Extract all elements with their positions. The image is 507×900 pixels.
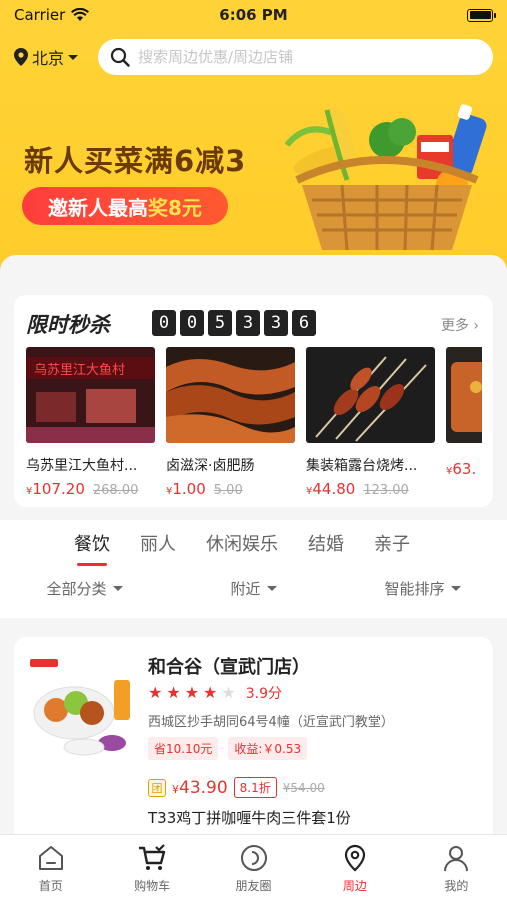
invite-pill[interactable]: 邀新人最高 奖8元 [22, 187, 228, 225]
tab-profile[interactable]: 我的 [406, 835, 507, 900]
shop-rating: ★ ★ ★ ★ ★ 3.9分 [148, 683, 282, 703]
flash-item[interactable]: ¥63. [446, 347, 482, 497]
shop-address: 西城区抄手胡同64号4幢（近宣武门教堂） [148, 715, 394, 730]
deal-row[interactable]: 团 ¥43.90 8.1折 ¥54.00 [148, 777, 325, 798]
discount-badge: 8.1折 [233, 777, 277, 798]
countdown-digit: 6 [292, 310, 316, 336]
invite-text: 邀新人最高 [48, 195, 148, 220]
flash-item[interactable]: 乌苏里江大鱼村 乌苏里江大鱼村... ¥107.20 268.00 [26, 347, 155, 497]
star-icon: ★ [203, 683, 218, 702]
content-area: 限时秒杀 0 0 5 3 3 6 更多 › 乌苏里江大鱼村 乌苏里江大鱼村... [0, 255, 507, 847]
category-tabs: 餐饮 丽人 休闲娱乐 结婚 亲子 [74, 530, 410, 566]
caret-down-icon [450, 586, 461, 591]
shop-photo [26, 655, 136, 765]
caret-down-icon [112, 586, 123, 591]
flash-item[interactable]: 集装箱露台烧烤... ¥44.80 123.00 [306, 347, 435, 497]
flash-item[interactable]: 卤滋深·卤肥肠 ¥1.00 5.00 [166, 347, 295, 497]
shop-card[interactable]: 和合谷（宣武门店） ★ ★ ★ ★ ★ 3.9分 西城区抄手胡同64号4幢（近宣… [14, 637, 493, 847]
chevron-down-icon [68, 54, 79, 60]
status-time: 6:06 PM [219, 6, 288, 24]
flash-item-price: ¥1.00 [166, 480, 206, 497]
countdown-digit: 3 [236, 310, 260, 336]
star-icon: ★ [166, 683, 181, 702]
more-link[interactable]: 更多 › [441, 315, 479, 335]
promo-banner[interactable]: 新人买菜满6减3 邀新人最高 奖8元 [0, 90, 507, 260]
star-icon: ★ [184, 683, 200, 702]
filter-nearby[interactable]: 附近 [169, 578, 338, 599]
bottom-tabbar: 首页 购物车 朋友圈 周边 我的 [0, 834, 507, 900]
city-label: 北京 [32, 49, 65, 68]
earning-tag: 收益:￥0.53 [228, 737, 308, 760]
tab-beauty[interactable]: 丽人 [140, 530, 176, 556]
chevron-right-icon: › [473, 318, 479, 334]
grilled-fish-photo [446, 347, 482, 443]
search-box[interactable] [98, 39, 493, 75]
category-panel: 餐饮 丽人 休闲娱乐 结婚 亲子 全部分类 附近 智能排序 [0, 520, 507, 618]
tab-moments[interactable]: 朋友圈 [203, 835, 304, 900]
caret-down-icon [266, 586, 277, 591]
search-input[interactable] [138, 48, 481, 66]
group-buy-badge: 团 [148, 778, 166, 797]
restaurant-photo: 乌苏里江大鱼村 [26, 347, 155, 443]
flash-item-old-price: 268.00 [92, 483, 139, 497]
flash-item-old-price: 123.00 [363, 483, 409, 497]
deal-price: ¥43.90 [172, 777, 228, 798]
city-selector[interactable]: 北京 [14, 45, 88, 69]
flash-item-price: ¥44.80 [306, 480, 356, 497]
cart-icon [139, 844, 166, 870]
filter-bar: 全部分类 附近 智能排序 [0, 578, 507, 599]
svg-text:乌苏里江大鱼村: 乌苏里江大鱼村 [34, 362, 125, 378]
tab-leisure[interactable]: 休闲娱乐 [206, 530, 278, 556]
star-icon: ★ [148, 683, 163, 702]
filter-smart-sort[interactable]: 智能排序 [338, 578, 507, 599]
banner-title: 新人买菜满6减3 [24, 144, 247, 178]
invite-highlight: 奖8元 [148, 195, 202, 220]
tab-home[interactable]: 首页 [0, 835, 101, 900]
user-icon [444, 846, 469, 872]
shop-tags: 省10.10元 收益:￥0.53 [148, 737, 308, 760]
search-row: 北京 [14, 38, 493, 76]
tab-nearby[interactable]: 周边 [304, 835, 405, 900]
deal-name: T33鸡丁拼咖喱牛肉三件套1份 [148, 809, 351, 827]
shop-score: 3.9分 [245, 686, 282, 702]
flash-item-name: 集装箱露台烧烤... [306, 458, 418, 474]
tab-wedding[interactable]: 结婚 [308, 530, 344, 556]
grocery-basket-image [284, 104, 487, 251]
flash-item-old-price: 5.00 [213, 483, 243, 497]
flash-item-name: 乌苏里江大鱼村... [26, 458, 138, 474]
moments-icon [240, 845, 267, 871]
filter-all-categories[interactable]: 全部分类 [0, 578, 169, 599]
home-icon [38, 846, 63, 870]
shop-name: 和合谷（宣武门店） [148, 657, 310, 678]
location-icon [344, 844, 366, 872]
countdown-digit: 0 [180, 310, 204, 336]
countdown-digit: 0 [152, 310, 176, 336]
star-empty-icon: ★ [221, 683, 236, 702]
flash-item-price: ¥63. [446, 460, 477, 478]
tab-family[interactable]: 亲子 [374, 530, 410, 556]
flash-sale-card: 限时秒杀 0 0 5 3 3 6 更多 › 乌苏里江大鱼村 乌苏里江大鱼村... [14, 295, 493, 507]
tab-cart[interactable]: 购物车 [101, 835, 202, 900]
countdown-timer: 0 0 5 3 3 6 [152, 310, 316, 336]
search-icon [110, 47, 130, 67]
tab-dining[interactable]: 餐饮 [74, 530, 110, 566]
flash-item-price: ¥107.20 [26, 480, 85, 497]
flash-sale-list: 乌苏里江大鱼村 乌苏里江大鱼村... ¥107.20 268.00 卤滋深·卤肥… [26, 347, 482, 497]
bbq-skewers-photo [306, 347, 435, 443]
location-pin-icon [14, 48, 28, 66]
braised-intestine-photo [166, 347, 295, 443]
flash-sale-title: 限时秒杀 [26, 313, 110, 337]
flash-item-name: 卤滋深·卤肥肠 [166, 458, 255, 474]
countdown-digit: 3 [264, 310, 288, 336]
saving-tag: 省10.10元 [148, 737, 219, 760]
countdown-digit: 5 [208, 310, 232, 336]
deal-old-price: ¥54.00 [282, 780, 325, 795]
